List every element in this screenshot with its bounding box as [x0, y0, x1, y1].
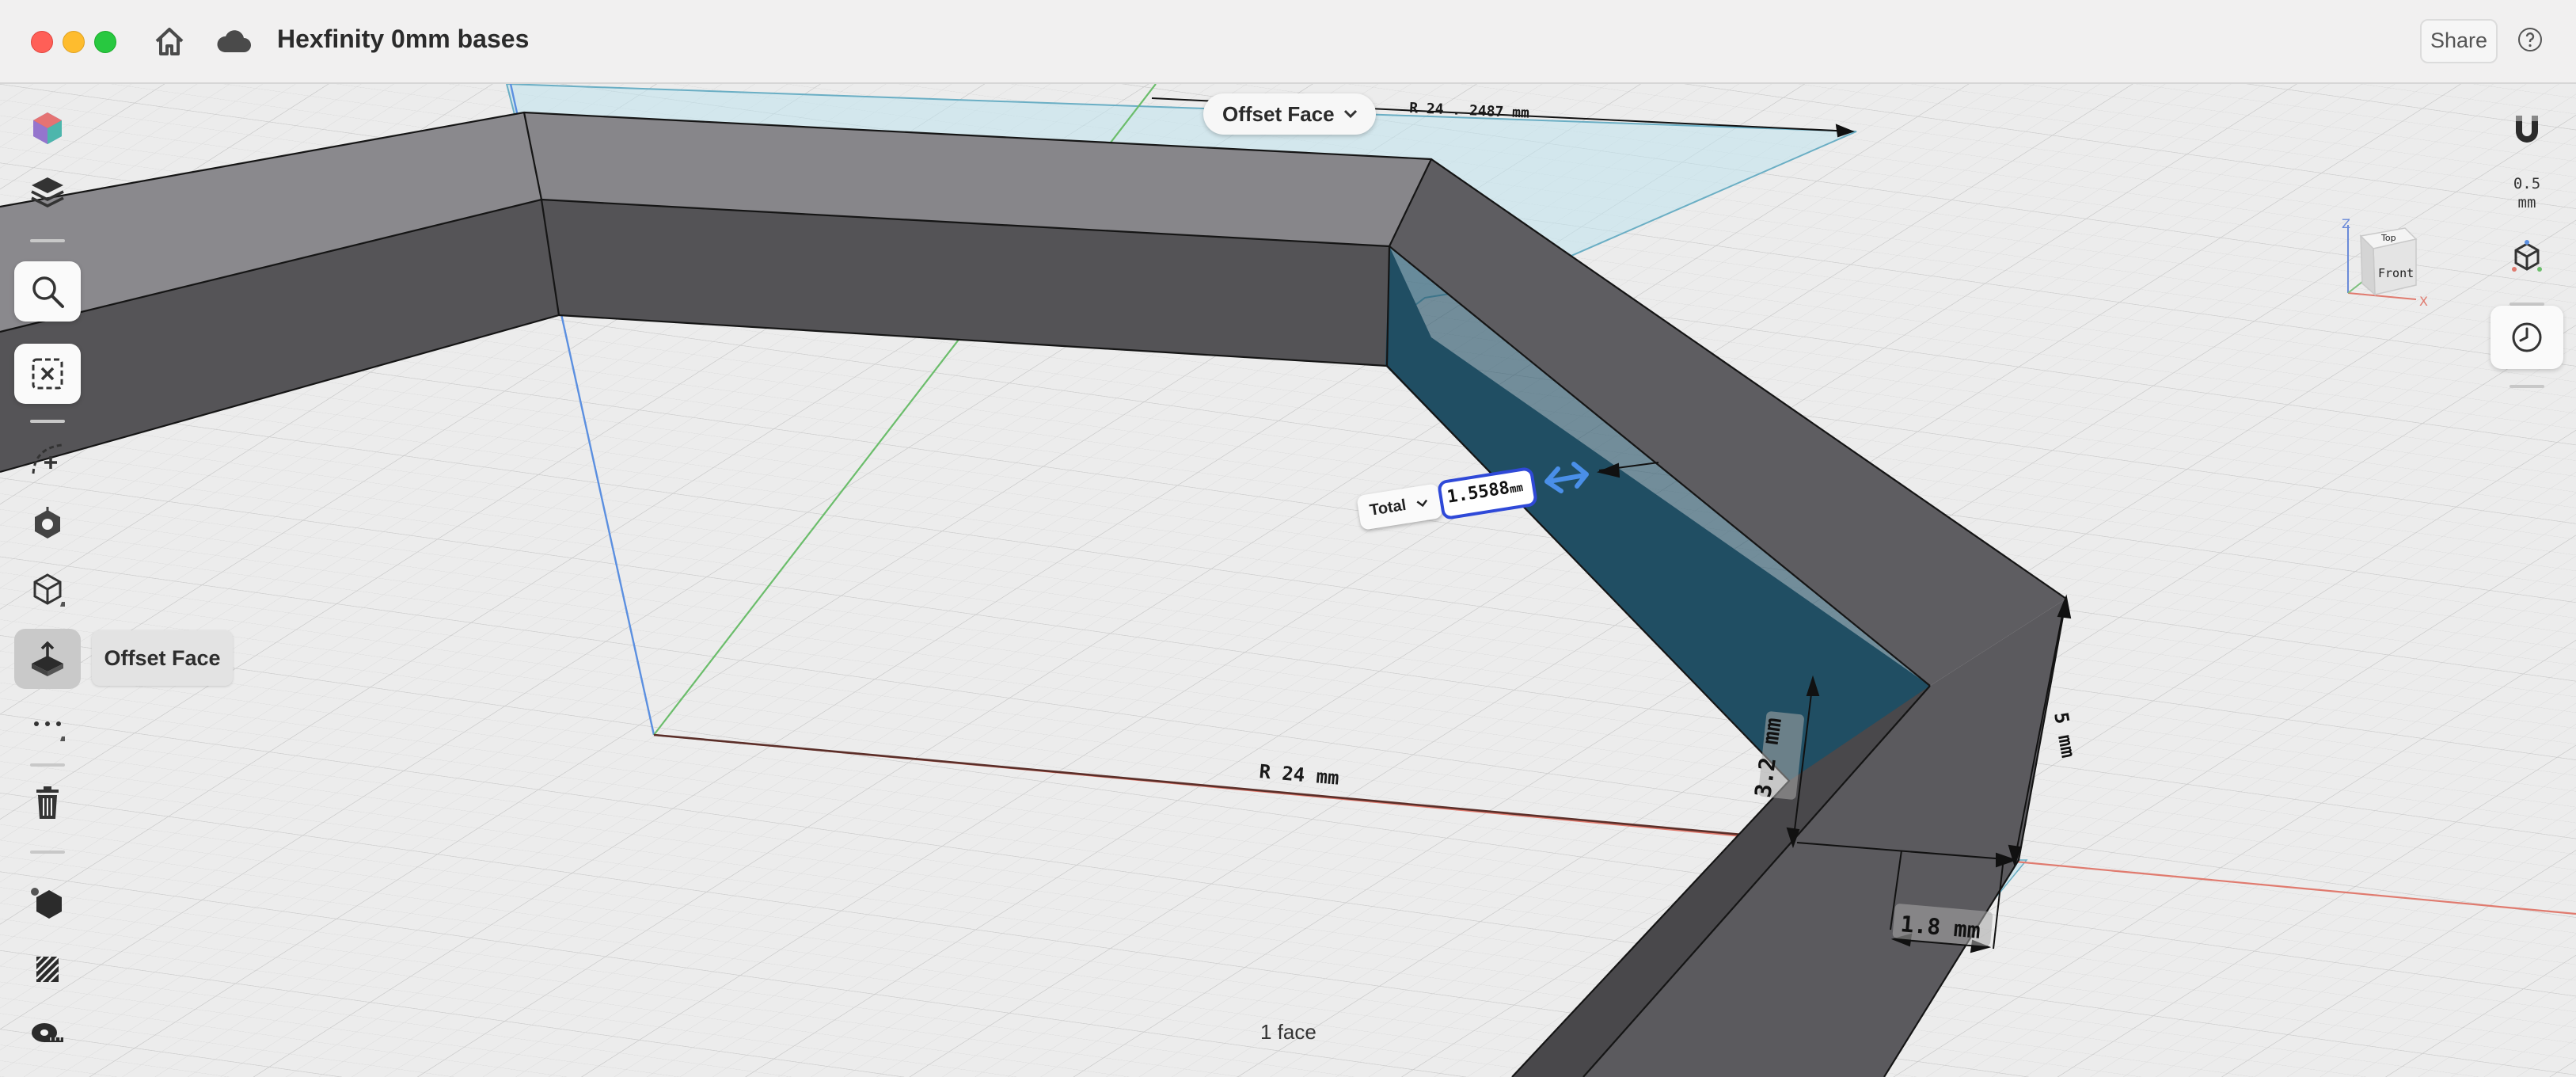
view-cube-top[interactable]: Top [2380, 233, 2396, 243]
transform-icon [35, 507, 60, 538]
layers-button[interactable] [14, 162, 81, 222]
help-icon[interactable] [2517, 27, 2543, 52]
maximize-window-button[interactable] [94, 31, 116, 53]
appearance-icon [33, 112, 62, 144]
history-button[interactable] [2491, 306, 2563, 369]
toolbar-divider [30, 851, 65, 854]
axis-gizmo-button[interactable] [2491, 225, 2563, 288]
snap-increment[interactable]: 0.5 mm [2491, 174, 2563, 212]
measure-tape-icon [32, 1023, 63, 1042]
selection-status: 1 face [1260, 1020, 1316, 1044]
home-icon[interactable] [150, 22, 188, 60]
view-cube-front[interactable]: Front [2378, 266, 2414, 280]
search-button[interactable] [14, 261, 81, 322]
minimize-window-button[interactable] [63, 31, 85, 53]
more-tools-button[interactable] [14, 694, 81, 754]
texture-button[interactable] [14, 938, 81, 998]
primitive-box-button[interactable] [14, 559, 81, 619]
layers-icon [31, 177, 64, 207]
title-bar: Hexfinity 0mm bases Share [0, 0, 2576, 84]
offset-unit: mm [1508, 481, 1525, 497]
toolbar-divider [30, 239, 65, 242]
command-label: Offset Face [1222, 102, 1335, 126]
view-cube-axis-z: Z [2342, 217, 2350, 231]
share-button[interactable]: Share [2420, 19, 2498, 63]
delete-icon [36, 786, 59, 819]
measure-tape-button[interactable] [14, 1001, 81, 1061]
more-icon [34, 721, 65, 741]
chevron-down-icon [1416, 499, 1428, 508]
snap-unit: mm [2517, 194, 2536, 211]
texture-icon [36, 956, 59, 983]
close-window-button[interactable] [31, 31, 53, 53]
deselect-icon [32, 358, 63, 390]
sketch-curve-icon [32, 443, 63, 474]
view-cube-axis-x: X [2419, 294, 2428, 309]
toolbar-divider [2510, 385, 2544, 388]
history-clock-icon [2512, 322, 2542, 352]
view-cube[interactable]: Top Front X Z [2329, 217, 2440, 320]
snap-value: 0.5 [2513, 175, 2541, 192]
delete-button[interactable] [14, 773, 81, 833]
axis-gizmo-icon [2512, 240, 2542, 272]
left-toolbar [11, 98, 84, 1068]
toolbar-divider [30, 763, 65, 767]
offset-face-button[interactable] [14, 629, 81, 689]
snap-toggle-button[interactable] [2491, 98, 2563, 162]
tool-tooltip: Offset Face [92, 630, 233, 686]
hexagon-shape-icon [31, 888, 62, 919]
chevron-down-icon [1343, 109, 1358, 119]
transform-button[interactable] [14, 494, 81, 554]
offset-face-icon [32, 641, 63, 676]
primitive-box-icon [33, 573, 65, 607]
offset-mode-label: Total [1368, 496, 1408, 519]
snap-magnet-icon [2516, 116, 2538, 143]
3d-viewport[interactable]: R 24 . 2487 mm R 24 mm 3.2 mm 5 mm 1.8 m… [0, 84, 2576, 1077]
sketch-curve-button[interactable] [14, 429, 81, 489]
search-icon [32, 276, 64, 308]
appearance-button[interactable] [14, 98, 81, 158]
cloud-icon[interactable] [215, 22, 253, 60]
toolbar-divider [30, 420, 65, 423]
hexagon-shape-button[interactable] [14, 873, 81, 933]
deselect-button[interactable] [14, 344, 81, 404]
offset-value: 1.5588 [1446, 478, 1511, 508]
command-dropdown[interactable]: Offset Face [1203, 93, 1376, 135]
document-title: Hexfinity 0mm bases [277, 25, 530, 53]
model-scene[interactable]: R 24 . 2487 mm R 24 mm 3.2 mm 5 mm 1.8 m… [0, 84, 2576, 1077]
